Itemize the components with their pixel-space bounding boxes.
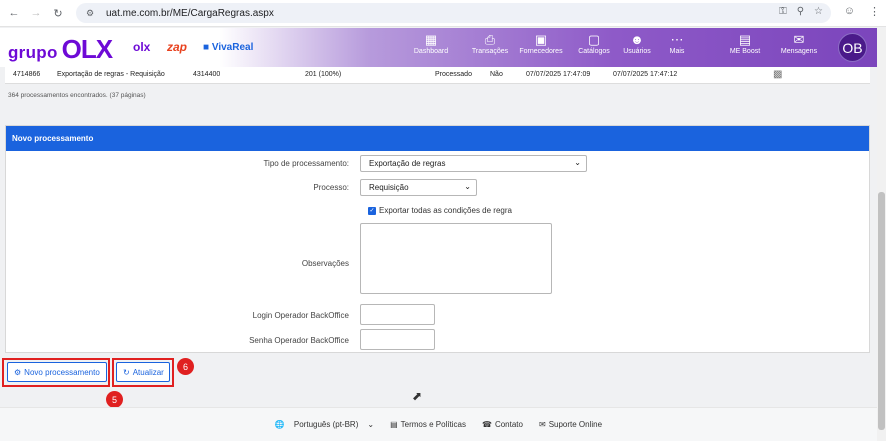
support-link[interactable]: ✉ Suporte Online <box>539 420 602 429</box>
chevron-down-icon: ⌄ <box>574 158 581 167</box>
tipo-select[interactable]: Exportação de regras ⌄ <box>360 155 587 172</box>
app-header: grupo OLX olx zap ■ VivaReal ▦ Dashboard… <box>0 28 877 67</box>
language-selector[interactable]: 🌐 Português (pt-BR) ⌄ <box>275 420 374 429</box>
highlight-refresh <box>112 358 174 387</box>
nav-fornecedores[interactable]: ▣ Fornecedores <box>515 32 567 55</box>
chart-icon: ▤ <box>738 32 752 47</box>
document-icon: ▤ <box>390 420 398 429</box>
cell-status: Processado <box>435 71 472 78</box>
transactions-icon: ⎙ <box>484 32 496 47</box>
messages-icon: ✉ <box>793 32 805 47</box>
cell-end: 07/07/2025 17:47:12 <box>613 71 678 78</box>
table-row: 4714866 Exportação de regras - Requisiçã… <box>5 67 870 84</box>
chevron-down-icon: ⌄ <box>367 420 375 429</box>
globe-icon: 🌐 <box>274 420 285 429</box>
zoom-icon[interactable]: ⚲ <box>797 6 804 17</box>
nav-dashboard[interactable]: ▦ Dashboard <box>410 32 452 55</box>
catalog-icon: ▢ <box>587 32 601 47</box>
contact-link[interactable]: ☎ Contato <box>482 420 523 429</box>
olx-logo: olx <box>133 40 151 54</box>
panel-title: Novo processamento <box>6 126 869 151</box>
chevron-down-icon: ⌄ <box>464 182 471 191</box>
more-icon: ⋯ <box>670 32 684 47</box>
processo-label: Processo: <box>313 183 349 192</box>
senha-label: Senha Operador BackOffice <box>249 336 349 345</box>
avatar[interactable]: OB <box>838 33 867 62</box>
cell-ref: 4314400 <box>193 71 221 78</box>
address-bar[interactable]: ⚙ uat.me.com.br/ME/CargaRegras.aspx ⚿ ⚲ … <box>76 3 831 23</box>
dashboard-icon: ▦ <box>424 32 438 47</box>
processo-select[interactable]: Requisição ⌄ <box>360 179 477 196</box>
users-icon: ☻ <box>630 32 644 47</box>
download-icon[interactable]: ▩ <box>773 69 782 80</box>
nav-transacoes[interactable]: ⎙ Transações <box>465 32 515 55</box>
nav-mais[interactable]: ⋯ Mais <box>661 32 693 55</box>
tipo-label: Tipo de processamento: <box>263 159 349 168</box>
vivareal-logo: ■ VivaReal <box>203 42 254 53</box>
cell-count: 201 (100%) <box>305 71 342 78</box>
grupo-olx-logo[interactable]: grupo OLX <box>8 34 113 65</box>
new-process-panel: Novo processamento Tipo de processamento… <box>5 125 870 353</box>
step-badge-6: 6 <box>177 358 194 375</box>
highlight-new-process <box>2 358 110 387</box>
cell-type: Exportação de regras - Requisição <box>57 71 165 78</box>
zap-logo: zap <box>167 40 188 54</box>
mouse-cursor-icon: ⬈ <box>412 389 423 403</box>
main-nav: ▦ Dashboard ⎙ Transações ▣ Fornecedores … <box>410 32 823 55</box>
back-icon[interactable]: ← <box>6 5 22 21</box>
cell-id: 4714866 <box>13 71 41 78</box>
bookmark-star-icon[interactable]: ☆ <box>814 6 823 17</box>
observacoes-textarea[interactable] <box>360 223 552 294</box>
main-content: 4714866 Exportação de regras - Requisiçã… <box>0 67 877 408</box>
chat-icon: ✉ <box>538 420 546 429</box>
site-info-icon[interactable]: ⚙ <box>86 8 98 18</box>
forward-icon[interactable]: → <box>28 5 44 21</box>
scroll-thumb[interactable] <box>878 192 885 430</box>
cell-start: 07/07/2025 17:47:09 <box>526 71 591 78</box>
profile-icon[interactable]: ☺ <box>844 5 855 18</box>
nav-catalogos[interactable]: ▢ Catálogos <box>571 32 617 55</box>
page-scrollbar[interactable] <box>877 28 886 441</box>
url-text: uat.me.com.br/ME/CargaRegras.aspx <box>106 7 274 19</box>
checkbox-checked-icon[interactable]: ✓ <box>368 206 376 215</box>
menu-kebab-icon[interactable]: ⋮ <box>869 5 880 18</box>
nav-mensagens[interactable]: ✉ Mensagens <box>775 32 823 55</box>
results-count: 364 processamentos encontrados. (37 pági… <box>8 92 146 99</box>
footer: 🌐 Português (pt-BR) ⌄ ▤ Termos e Polític… <box>0 407 877 441</box>
cell-flag: Não <box>490 71 503 78</box>
browser-toolbar: ← → ↻ ⚙ uat.me.com.br/ME/CargaRegras.asp… <box>0 0 886 27</box>
key-icon[interactable]: ⚿ <box>779 6 787 17</box>
terms-link[interactable]: ▤ Termos e Políticas <box>390 420 466 429</box>
nav-usuarios[interactable]: ☻ Usuários <box>617 32 657 55</box>
observacoes-label: Observações <box>301 259 349 268</box>
senha-input[interactable] <box>360 329 435 350</box>
suppliers-icon: ▣ <box>534 32 548 47</box>
export-all-checkbox-row[interactable]: ✓ Exportar todas as condições de regra <box>368 206 512 215</box>
step-badge-5: 5 <box>106 391 123 408</box>
login-input[interactable] <box>360 304 435 325</box>
nav-me-boost[interactable]: ▤ ME Boost <box>721 32 769 55</box>
reload-icon[interactable]: ↻ <box>50 5 66 21</box>
phone-icon: ☎ <box>481 420 492 429</box>
login-label: Login Operador BackOffice <box>252 311 349 320</box>
